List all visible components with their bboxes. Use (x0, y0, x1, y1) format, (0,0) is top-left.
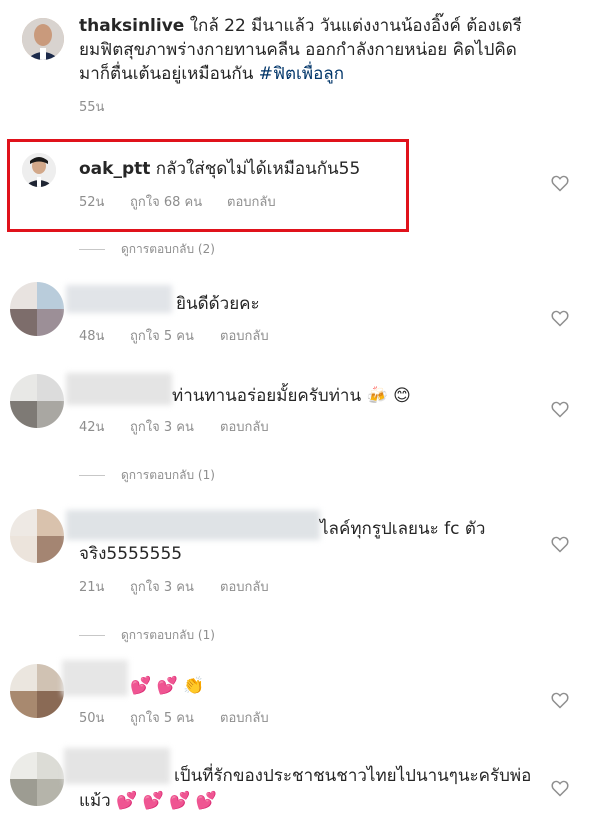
reply-button[interactable]: ตอบกลับ (220, 325, 269, 346)
comment-avatar[interactable] (10, 752, 64, 806)
comment-meta: 50น ถูกใจ 5 คน ตอบกลับ (79, 707, 269, 728)
heart-icon[interactable] (550, 308, 570, 328)
comment-likes[interactable]: ถูกใจ 5 คน (130, 325, 220, 346)
heart-icon[interactable] (550, 778, 570, 798)
comment-meta: 52น ถูกใจ 68 คน ตอบกลับ (79, 191, 276, 212)
emoji-hearts-clap: 💕 💕 👏 (130, 676, 205, 696)
avatar-photo-icon (22, 153, 56, 187)
caption-line-2: ยมฟิตสุขภาพร่างกายทานคลีน ออกกำลังกายหน่… (79, 40, 517, 60)
caption-line-3: มาก็ตื่นเต้นอยู่เหมือนกัน (79, 64, 254, 84)
comment-avatar[interactable] (10, 374, 64, 428)
hashtag-link[interactable]: #ฟิตเพื่อลูก (259, 64, 344, 84)
view-replies-button[interactable]: ดูการตอบกลับ (2) (79, 240, 215, 259)
avatar-photo-icon (22, 18, 64, 60)
comment-meta: 42น ถูกใจ 3 คน ตอบกลับ (79, 416, 269, 437)
comment-time: 42น (79, 420, 105, 435)
reply-button[interactable]: ตอบกลับ (227, 191, 276, 212)
divider-line (79, 475, 105, 476)
comment-avatar[interactable] (10, 282, 64, 336)
view-replies-button[interactable]: ดูการตอบกลับ (1) (79, 626, 215, 645)
emoji-hearts: 💕 💕 💕 💕 (116, 791, 218, 811)
emoji-beer-smile: 🍻 😊 (366, 386, 411, 406)
comment-meta: 48น ถูกใจ 5 คน ตอบกลับ (79, 325, 269, 346)
post-author-avatar[interactable] (22, 18, 64, 60)
comment-likes[interactable]: ถูกใจ 5 คน (130, 707, 220, 728)
comment-likes[interactable]: ถูกใจ 3 คน (130, 416, 220, 437)
post-meta: 55น (79, 96, 104, 117)
view-replies-label: ดูการตอบกลับ (1) (121, 628, 215, 642)
comment-text-line-2: จริง5555555 (79, 542, 182, 566)
comment-text: 💕 💕 👏 (130, 674, 204, 698)
heart-icon[interactable] (550, 690, 570, 710)
comment-time: 52น (79, 195, 105, 210)
heart-icon[interactable] (550, 173, 570, 193)
comment-body: ท่านทานอร่อยมั้ยครับท่าน (172, 386, 362, 406)
comment-body: แม้ว (79, 791, 111, 811)
blurred-username (64, 748, 170, 784)
comment-time: 21น (79, 580, 105, 595)
comment-body: ยินดีด้วยคะ (176, 294, 260, 314)
highlight-box (7, 139, 409, 232)
comment-avatar[interactable] (22, 153, 56, 187)
post-time: 55น (79, 100, 105, 115)
post-username[interactable]: thaksinlive (79, 16, 184, 36)
heart-icon[interactable] (550, 399, 570, 419)
caption-line-1: ใกล้ 22 มีนาแล้ว วันแต่งงานน้องอิ๊งค์ ต้… (189, 16, 522, 36)
blurred-username (66, 285, 172, 313)
comment-body: ไลค์ทุกรูปเลยนะ fc ตัว (320, 519, 486, 539)
comment-body: กลัวใส่ชุดไม่ได้เหมือนกัน55 (155, 159, 361, 179)
blurred-username (62, 660, 128, 696)
comment-text-line-1: เป็นที่รักของประชาชนชาวไทยไปนานๆนะครับพ่… (174, 764, 531, 788)
comment-body: เป็นที่รักของประชาชนชาวไทยไปนานๆนะครับพ่… (174, 766, 532, 786)
comment-username[interactable]: oak_ptt (79, 159, 150, 179)
comment-time: 48น (79, 329, 105, 344)
comment-text: oak_ptt กลัวใส่ชุดไม่ได้เหมือนกัน55 (79, 157, 360, 181)
comment-likes[interactable]: ถูกใจ 68 คน (130, 191, 227, 212)
comment-avatar[interactable] (10, 664, 64, 718)
reply-button[interactable]: ตอบกลับ (220, 707, 269, 728)
comment-likes[interactable]: ถูกใจ 3 คน (130, 576, 220, 597)
blurred-username (66, 510, 320, 540)
post-caption: thaksinlive ใกล้ 22 มีนาแล้ว วันแต่งงานน… (79, 14, 589, 86)
comment-avatar[interactable] (10, 509, 64, 563)
reply-button[interactable]: ตอบกลับ (220, 576, 269, 597)
divider-line (79, 249, 105, 250)
divider-line (79, 635, 105, 636)
view-replies-button[interactable]: ดูการตอบกลับ (1) (79, 466, 215, 485)
comment-body: จริง5555555 (79, 544, 183, 564)
view-replies-label: ดูการตอบกลับ (2) (121, 242, 215, 256)
comment-time: 50น (79, 711, 105, 726)
reply-button[interactable]: ตอบกลับ (220, 416, 269, 437)
blurred-username (66, 373, 172, 405)
heart-icon[interactable] (550, 534, 570, 554)
view-replies-label: ดูการตอบกลับ (1) (121, 468, 215, 482)
comment-text: ท่านทานอร่อยมั้ยครับท่าน 🍻 😊 (172, 384, 411, 408)
comment-text-line-2: แม้ว 💕 💕 💕 💕 (79, 789, 217, 813)
comment-text-line-1: ไลค์ทุกรูปเลยนะ fc ตัว (320, 517, 485, 541)
comment-text: ยินดีด้วยคะ (176, 292, 260, 316)
comment-meta: 21น ถูกใจ 3 คน ตอบกลับ (79, 576, 269, 597)
